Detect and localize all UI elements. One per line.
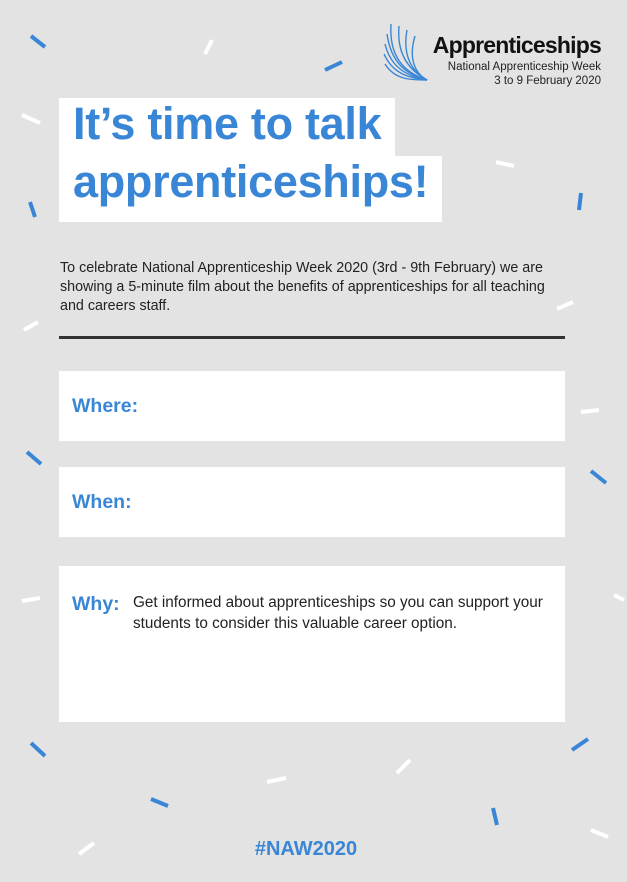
why-text: Get informed about apprenticeships so yo…	[133, 594, 543, 632]
why-label: Why:	[72, 593, 120, 615]
where-field[interactable]: Where:	[59, 371, 565, 441]
logo-subtitle: National Apprenticeship Week 3 to 9 Febr…	[448, 60, 601, 88]
where-label: Where:	[72, 395, 139, 417]
poster: Apprenticeships National Apprenticeship …	[0, 0, 627, 882]
fan-swoosh-icon	[383, 23, 428, 81]
when-label: When:	[72, 491, 132, 513]
logo-wordmark: Apprenticeships	[432, 32, 602, 58]
divider	[59, 336, 565, 339]
intro-paragraph: To celebrate National Apprenticeship Wee…	[60, 260, 545, 314]
why-field: Why: Get informed about apprenticeships …	[59, 566, 565, 722]
hashtag: #NAW2020	[254, 838, 358, 860]
headline-line-2: apprenticeships!	[59, 156, 443, 222]
logo-event-name: National Apprenticeship Week	[447, 61, 601, 73]
when-field[interactable]: When:	[59, 467, 565, 537]
logo-event-dates: 3 to 9 February 2020	[494, 75, 601, 87]
apprenticeships-logo: Apprenticeships National Apprenticeship …	[381, 22, 602, 88]
headline-line-1: It’s time to talk	[59, 98, 396, 156]
